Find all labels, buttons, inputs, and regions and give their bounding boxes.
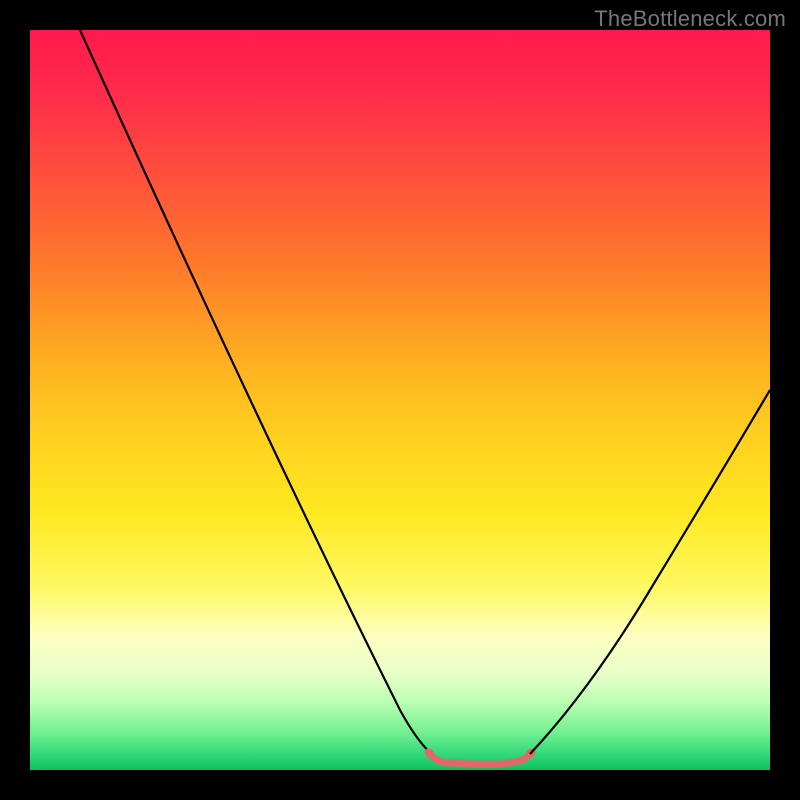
plot-area [30, 30, 770, 770]
left-curve [80, 30, 438, 758]
right-curve [530, 390, 770, 754]
valley-dot-left [426, 749, 434, 757]
chart-frame: TheBottleneck.com [0, 0, 800, 800]
valley-floor [428, 752, 532, 764]
curve-layer [30, 30, 770, 770]
watermark-text: TheBottleneck.com [594, 6, 786, 32]
